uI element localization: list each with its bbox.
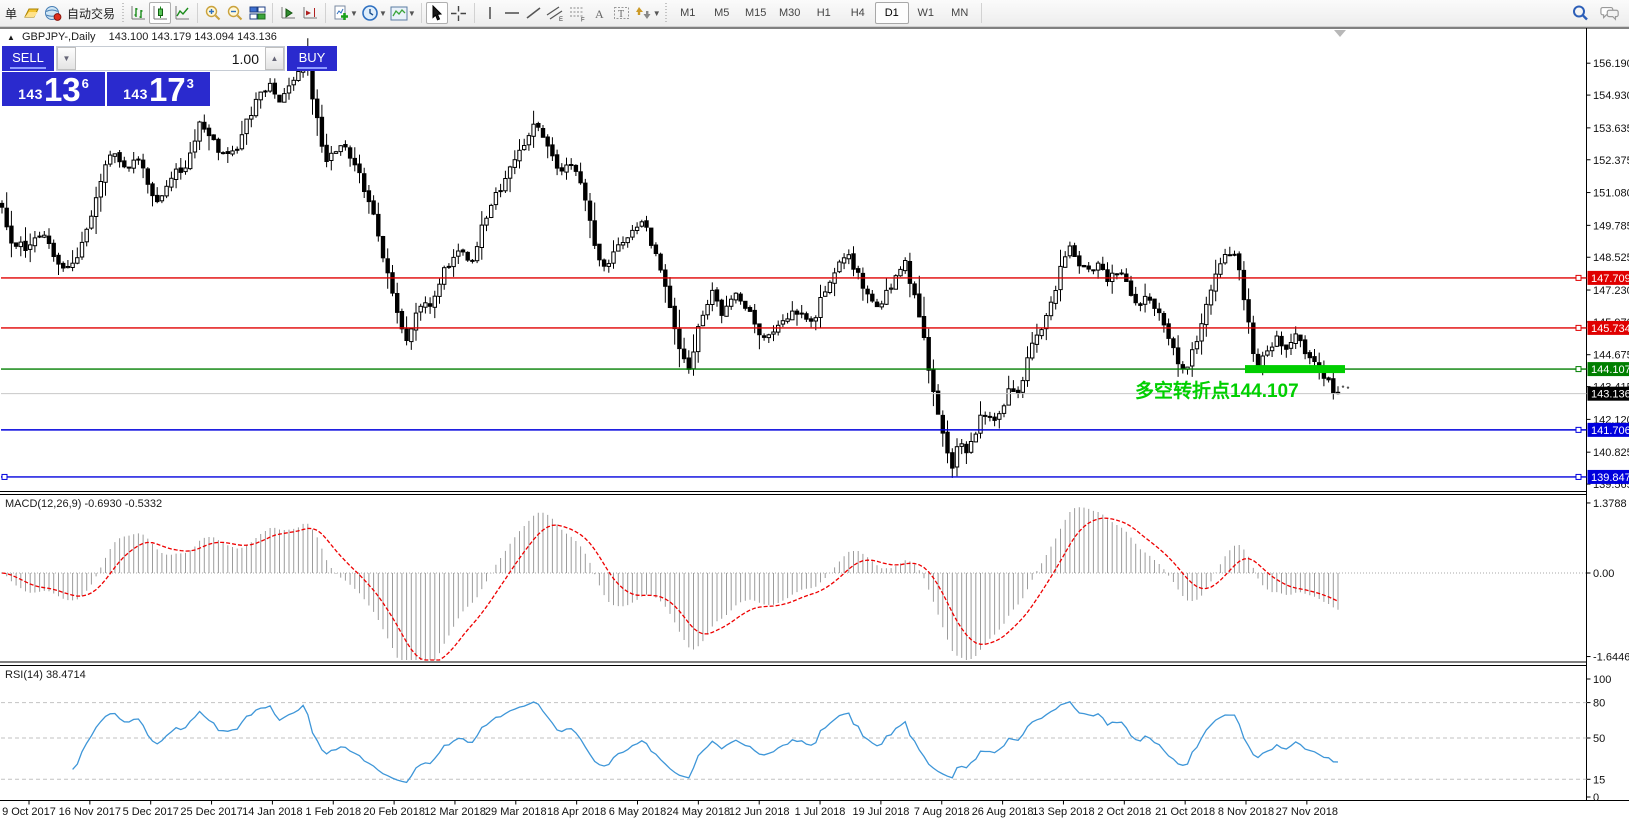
buy-price-point: 3 [187, 73, 194, 91]
svg-text:141.706: 141.706 [1591, 425, 1629, 437]
one-click-trading-panel: SELL ▼ ▲ BUY 143 13 6 143 17 3 [2, 46, 210, 106]
svg-text:0.00: 0.00 [1593, 568, 1614, 580]
svg-text:8 Nov 2018: 8 Nov 2018 [1218, 806, 1274, 818]
svg-text:19 Jul 2018: 19 Jul 2018 [852, 806, 909, 818]
svg-text:1 Jul 2018: 1 Jul 2018 [795, 806, 846, 818]
svg-text:149.785: 149.785 [1593, 220, 1629, 232]
svg-text:140.825: 140.825 [1593, 447, 1629, 459]
svg-text:27 Nov 2018: 27 Nov 2018 [1276, 806, 1338, 818]
svg-text:29 Mar 2018: 29 Mar 2018 [485, 806, 547, 818]
svg-text:-1.6446: -1.6446 [1593, 652, 1629, 664]
buy-price-big-figure: 143 [123, 86, 148, 102]
svg-text:24 May 2018: 24 May 2018 [667, 806, 731, 818]
svg-text:148.525: 148.525 [1593, 252, 1629, 264]
chart-title: ▲ GBPJPY-,Daily 143.100 143.179 143.094 … [7, 31, 277, 43]
svg-text:14 Jan 2018: 14 Jan 2018 [242, 806, 303, 818]
svg-text:21 Oct 2018: 21 Oct 2018 [1155, 806, 1215, 818]
svg-text:154.930: 154.930 [1593, 90, 1629, 102]
svg-text:0: 0 [1593, 792, 1599, 804]
svg-text:7 Aug 2018: 7 Aug 2018 [914, 806, 970, 818]
ohlc-values: 143.100 143.179 143.094 143.136 [109, 31, 277, 43]
pivot-annotation-text: 多空转折点144.107 [1135, 376, 1299, 403]
macd-label: MACD(12,26,9) -0.6930 -0.5332 [5, 498, 162, 510]
svg-text:147.230: 147.230 [1593, 285, 1629, 297]
sell-price-big-figure: 143 [18, 86, 43, 102]
buy-price-pips: 17 [149, 75, 186, 105]
symbol-period-label: GBPJPY-,Daily [22, 31, 96, 43]
svg-text:25 Dec 2017: 25 Dec 2017 [180, 806, 242, 818]
svg-text:1.3788: 1.3788 [1593, 498, 1627, 510]
svg-text:80: 80 [1593, 698, 1605, 710]
svg-text:151.080: 151.080 [1593, 188, 1629, 200]
buy-price-display[interactable]: 143 17 3 [107, 72, 210, 106]
sell-button[interactable]: SELL [2, 46, 54, 71]
svg-text:18 Apr 2018: 18 Apr 2018 [547, 806, 606, 818]
svg-text:152.375: 152.375 [1593, 155, 1629, 167]
svg-text:139.847: 139.847 [1591, 472, 1629, 484]
svg-text:5 Dec 2017: 5 Dec 2017 [123, 806, 179, 818]
volume-spinner: ▼ ▲ [56, 46, 285, 71]
svg-text:144.107: 144.107 [1591, 364, 1629, 376]
svg-text:153.635: 153.635 [1593, 123, 1629, 135]
chart-canvas[interactable]: 156.190 154.930 153.635 152.375 151.080 149.7… [0, 0, 1629, 824]
buy-button[interactable]: BUY [287, 46, 337, 71]
sell-price-point: 6 [82, 73, 89, 91]
svg-text:100: 100 [1593, 674, 1611, 686]
svg-text:15: 15 [1593, 774, 1605, 786]
svg-text:12 Jun 2018: 12 Jun 2018 [729, 806, 790, 818]
svg-text:143.136: 143.136 [1591, 389, 1629, 401]
sell-price-pips: 13 [44, 75, 81, 105]
svg-text:9 Oct 2017: 9 Oct 2017 [2, 806, 56, 818]
svg-text:20 Feb 2018: 20 Feb 2018 [363, 806, 425, 818]
rsi-label: RSI(14) 38.4714 [5, 669, 86, 681]
svg-text:156.190: 156.190 [1593, 58, 1629, 70]
svg-text:50: 50 [1593, 733, 1605, 745]
volume-input[interactable] [76, 47, 265, 70]
volume-increase-button[interactable]: ▲ [265, 47, 284, 70]
svg-text:2 Oct 2018: 2 Oct 2018 [1097, 806, 1151, 818]
collapse-triangle-icon[interactable]: ▲ [7, 33, 15, 42]
svg-text:6 May 2018: 6 May 2018 [609, 806, 666, 818]
volume-decrease-button[interactable]: ▼ [57, 47, 76, 70]
svg-text:12 Mar 2018: 12 Mar 2018 [424, 806, 486, 818]
sell-price-display[interactable]: 143 13 6 [2, 72, 105, 106]
svg-text:144.675: 144.675 [1593, 350, 1629, 362]
svg-text:145.734: 145.734 [1591, 323, 1629, 335]
mt4-window: 单 自动交易 [0, 0, 1629, 824]
svg-text:16 Nov 2017: 16 Nov 2017 [59, 806, 121, 818]
svg-text:1 Feb 2018: 1 Feb 2018 [305, 806, 361, 818]
svg-text:13 Sep 2018: 13 Sep 2018 [1032, 806, 1094, 818]
svg-text:147.709: 147.709 [1591, 273, 1629, 285]
svg-text:26 Aug 2018: 26 Aug 2018 [972, 806, 1034, 818]
